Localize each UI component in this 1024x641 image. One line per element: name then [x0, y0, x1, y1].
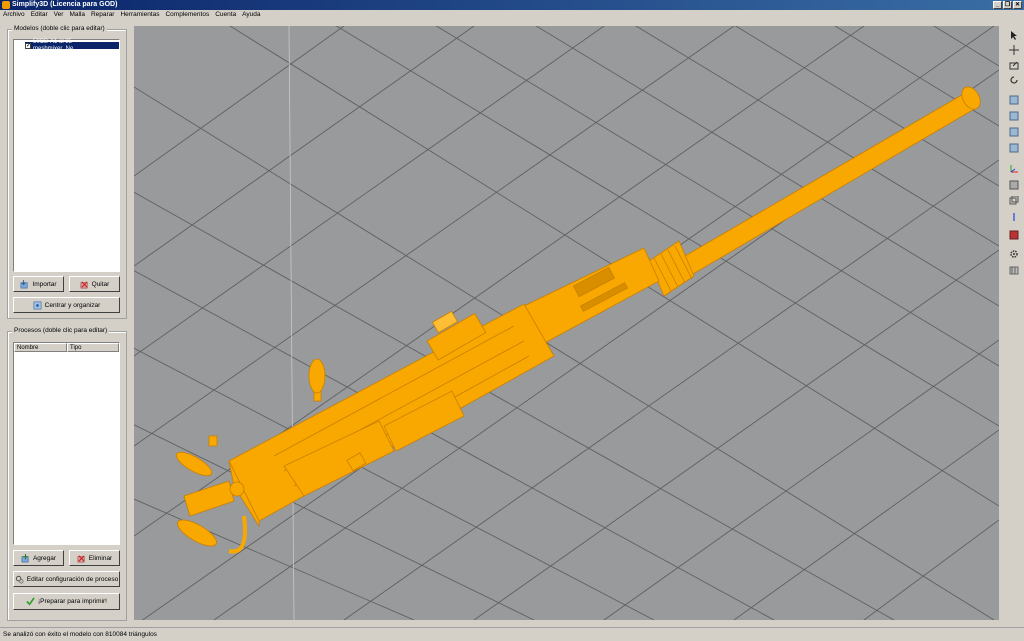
axis-z-icon[interactable]: [1007, 210, 1020, 223]
solid-view-icon[interactable]: [1007, 178, 1020, 191]
models-list[interactable]: ✓ 50CB-A1 al 35 meshmixer_Ne...: [13, 39, 120, 272]
menu-ayuda[interactable]: Ayuda: [239, 10, 263, 20]
prepare-to-print-label: ¡Preparar para imprimir!: [38, 598, 107, 605]
prepare-to-print-button[interactable]: ¡Preparar para imprimir!: [13, 593, 120, 610]
center-icon: [33, 301, 42, 309]
checkmark-icon: [26, 597, 35, 606]
column-header-type[interactable]: Tipo: [67, 343, 119, 352]
menu-reparar[interactable]: Reparar: [88, 10, 117, 20]
import-label: Importar: [32, 280, 57, 288]
menu-herramientas[interactable]: Herramientas: [117, 10, 162, 20]
menu-malla[interactable]: Malla: [66, 10, 88, 20]
processes-group-label: Procesos (doble clic para editar): [12, 327, 110, 334]
3d-model[interactable]: [173, 84, 984, 554]
add-process-label: Agregar: [32, 554, 57, 562]
processes-list[interactable]: Nombre Tipo: [13, 342, 120, 545]
menu-archivo[interactable]: Archivo: [0, 10, 28, 20]
settings-gear-icon[interactable]: [1007, 247, 1020, 260]
import-icon: [21, 279, 28, 288]
cross-section-icon[interactable]: [1007, 228, 1020, 241]
left-panel: Modelos (doble clic para editar) ✓ 50CB-…: [0, 20, 132, 624]
status-bar: Se analizó con éxito el modelo con 81008…: [0, 627, 1024, 641]
models-group-label: Modelos (doble clic para editar): [12, 25, 107, 32]
menu-bar: Archivo Editar Ver Malla Reparar Herrami…: [0, 10, 1024, 20]
models-group: Modelos (doble clic para editar) ✓ 50CB-…: [7, 25, 127, 319]
add-process-button[interactable]: Agregar: [13, 550, 64, 566]
window-title: Simplify3D (Licencia para GOD): [12, 1, 118, 8]
3d-viewport[interactable]: [134, 26, 999, 620]
center-arrange-button[interactable]: Centrar y organizar: [13, 297, 120, 313]
move-icon[interactable]: [1007, 43, 1020, 56]
select-arrow-icon[interactable]: [1007, 28, 1020, 41]
edit-process-settings-label: Editar configuración de proceso: [26, 575, 119, 583]
center-arrange-label: Centrar y organizar: [44, 301, 101, 309]
right-toolbar: [1005, 26, 1022, 620]
menu-ver[interactable]: Ver: [51, 10, 67, 20]
model-name: 50CB-A1 al 35 meshmixer_Ne...: [33, 38, 79, 52]
delete-icon: [77, 554, 85, 562]
app-icon: [2, 1, 10, 9]
delete-process-label: Eliminar: [88, 554, 113, 562]
menu-complementos[interactable]: Complementos: [162, 10, 212, 20]
remove-button[interactable]: Quitar: [69, 276, 120, 292]
build-plate-scene[interactable]: [134, 26, 999, 620]
gears-icon: [15, 575, 24, 584]
rotate-icon[interactable]: [1007, 73, 1020, 86]
close-button[interactable]: ✕: [1013, 1, 1022, 9]
view-side-icon[interactable]: [1007, 141, 1020, 154]
view-front-icon[interactable]: [1007, 109, 1020, 122]
remove-label: Quitar: [91, 280, 110, 288]
title-bar: Simplify3D (Licencia para GOD) _ ❐ ✕: [0, 0, 1024, 10]
column-header-name[interactable]: Nombre: [14, 343, 67, 352]
processes-group: Procesos (doble clic para editar) Nombre…: [7, 327, 127, 621]
delete-process-button[interactable]: Eliminar: [69, 550, 120, 566]
minimize-button[interactable]: _: [993, 1, 1002, 9]
maximize-button[interactable]: ❐: [1003, 1, 1012, 9]
model-visible-checkbox[interactable]: ✓: [25, 42, 31, 49]
scale-icon[interactable]: [1007, 58, 1020, 71]
edit-process-settings-button[interactable]: Editar configuración de proceso: [13, 571, 120, 587]
print-bed-icon[interactable]: [1007, 263, 1020, 276]
remove-icon: [80, 280, 88, 288]
z-axis-line: [288, 26, 295, 620]
wireframe-icon[interactable]: [1007, 194, 1020, 207]
import-button[interactable]: Importar: [13, 276, 64, 292]
menu-editar[interactable]: Editar: [28, 10, 51, 20]
add-icon: [21, 553, 29, 562]
view-default-icon[interactable]: [1007, 93, 1020, 106]
model-list-item[interactable]: ✓ 50CB-A1 al 35 meshmixer_Ne...: [25, 39, 119, 52]
view-top-icon[interactable]: [1007, 125, 1020, 138]
menu-cuenta[interactable]: Cuenta: [212, 10, 239, 20]
axes-icon[interactable]: [1007, 162, 1020, 175]
status-text: Se analizó con éxito el modelo con 81008…: [3, 631, 157, 638]
